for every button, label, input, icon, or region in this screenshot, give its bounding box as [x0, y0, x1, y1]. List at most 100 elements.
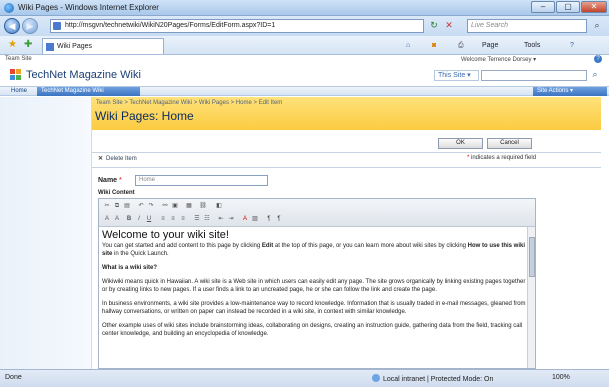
page-icon	[53, 22, 61, 30]
back-button[interactable]: ◀	[4, 18, 20, 34]
paste-icon[interactable]: ▤	[123, 202, 131, 210]
sp-help-icon[interactable]: ?	[594, 55, 602, 63]
undo-icon[interactable]: ↶	[137, 202, 145, 210]
bold-icon[interactable]: B	[125, 215, 133, 223]
edit-form: OK Cancel ✕ Delete Item * indicates a req…	[92, 130, 601, 369]
what-is-heading: What is a wiki site?	[102, 265, 158, 271]
rte-body[interactable]: Welcome to your wiki site! You can get s…	[102, 229, 527, 368]
browser-tab[interactable]: Wiki Pages	[42, 38, 164, 54]
html-icon[interactable]: ◧	[215, 202, 223, 210]
live-search-input[interactable]: Live Search	[467, 19, 587, 33]
status-bar: Done Local intranet | Protected Mode: On…	[0, 369, 609, 387]
team-site-link[interactable]: Team Site	[5, 56, 32, 62]
name-input[interactable]: Home	[135, 175, 268, 186]
p1-text-3: in the Quick Launch.	[112, 251, 169, 257]
numbered-list-icon[interactable]: ☰	[193, 215, 201, 223]
font-size-icon[interactable]: A	[113, 215, 121, 223]
rtl-icon[interactable]: ¶	[275, 215, 283, 223]
ok-button[interactable]: OK	[438, 138, 483, 149]
zone-text: Local intranet | Protected Mode: On	[383, 376, 494, 383]
window-titlebar: Wiki Pages - Windows Internet Explorer –…	[0, 0, 609, 16]
content-paragraph-2: Wikiwiki means quick in Hawaiian. A wiki…	[102, 279, 526, 293]
align-right-icon[interactable]: ≡	[179, 215, 187, 223]
italic-icon[interactable]: I	[135, 215, 143, 223]
wiki-content-label: Wiki Content	[98, 190, 135, 196]
scrollbar-thumb[interactable]	[529, 237, 535, 277]
copy-icon[interactable]: ⧉	[113, 202, 121, 210]
stop-icon[interactable]: ✕	[443, 19, 455, 33]
print-icon[interactable]: ⎙	[458, 39, 464, 52]
welcome-menu[interactable]: Welcome Terrence Dorsey ▾	[461, 56, 536, 63]
site-search-input[interactable]	[481, 70, 587, 81]
search-icon[interactable]: ⌕	[590, 19, 604, 33]
align-left-icon[interactable]: ≡	[159, 215, 167, 223]
content-paragraph-1: You can get started and add content to t…	[102, 242, 527, 258]
site-logo-icon	[10, 69, 22, 81]
content-paragraph-4: Other example uses of wiki sites include…	[102, 323, 523, 337]
name-label: Name *	[98, 177, 122, 184]
cut-icon[interactable]: ✂	[103, 202, 111, 210]
indent-icon[interactable]: ⇥	[227, 215, 235, 223]
tab-toolbar: ★ ✚ Wiki Pages ⌂ ◙ ⎙ Page Tools ?	[0, 36, 609, 55]
add-favorite-icon[interactable]: ✚	[24, 39, 32, 51]
link-icon[interactable]: ⚯	[161, 202, 169, 210]
align-center-icon[interactable]: ≡	[169, 215, 177, 223]
site-actions-menu[interactable]: Site Actions ▾	[533, 87, 607, 96]
page-header: Team Site > TechNet Magazine Wiki > Wiki…	[92, 97, 601, 130]
content-heading: Welcome to your wiki site!	[102, 229, 229, 241]
address-url: http://msgvn/technetwiki/WikiN20Pages/Fo…	[65, 22, 276, 29]
top-nav: Home TechNet Magazine Wiki Site Actions …	[0, 86, 609, 96]
maximize-button[interactable]: ▢	[556, 1, 580, 13]
highlight-icon[interactable]: ▨	[251, 215, 259, 223]
window-title: Wiki Pages - Windows Internet Explorer	[18, 3, 159, 12]
required-note-text: indicates a required field	[471, 155, 537, 161]
sp-header: TechNet Magazine Wiki This Site ▾ ⌕	[0, 65, 609, 85]
delete-icon: ✕	[98, 156, 104, 162]
divider	[92, 167, 601, 168]
tools-menu[interactable]: Tools	[524, 39, 540, 52]
p1-edit: Edit	[261, 243, 274, 249]
refresh-icon[interactable]: ↻	[428, 19, 440, 33]
nav-current-site[interactable]: TechNet Magazine Wiki	[37, 87, 140, 96]
globe-icon	[372, 374, 380, 382]
feeds-icon[interactable]: ◙	[432, 39, 436, 52]
page-title: Wiki Pages: Home	[95, 109, 194, 123]
redo-icon[interactable]: ↷	[147, 202, 155, 210]
rich-text-editor[interactable]: ✂ ⧉ ▤ ↶ ↷ ⚯ ▣ ▦ ⛓ ◧ A A B I U ≡ ≡ ≡ ☰ ☷ …	[98, 198, 536, 369]
delete-item-link[interactable]: ✕ Delete Item	[98, 155, 137, 162]
content-paragraph-3: In business environments, a wiki site pr…	[102, 301, 526, 315]
help-icon[interactable]: ?	[570, 39, 574, 52]
forward-button[interactable]: ▶	[22, 18, 38, 34]
site-search-icon[interactable]: ⌕	[589, 69, 601, 81]
nav-home[interactable]: Home	[11, 88, 27, 94]
p1-text-2: at the top of this page, or you can lear…	[273, 243, 468, 249]
minimize-button[interactable]: –	[531, 1, 555, 13]
security-zone: Local intranet | Protected Mode: On	[372, 374, 493, 383]
breadcrumb[interactable]: Team Site > TechNet Magazine Wiki > Wiki…	[96, 100, 282, 106]
image-icon[interactable]: ▣	[171, 202, 179, 210]
site-title[interactable]: TechNet Magazine Wiki	[26, 69, 141, 81]
font-icon[interactable]: A	[103, 215, 111, 223]
underline-icon[interactable]: U	[145, 215, 153, 223]
bullet-list-icon[interactable]: ☷	[203, 215, 211, 223]
page-menu[interactable]: Page	[482, 39, 498, 52]
tab-page-icon	[46, 43, 54, 51]
rte-scrollbar[interactable]	[527, 227, 535, 368]
ltr-icon[interactable]: ¶	[265, 215, 273, 223]
outdent-icon[interactable]: ⇤	[217, 215, 225, 223]
close-button[interactable]: ✕	[581, 1, 607, 13]
favorites-star-icon[interactable]: ★	[8, 39, 17, 51]
home-icon[interactable]: ⌂	[406, 39, 410, 52]
zoom-level[interactable]: 100%	[552, 374, 570, 381]
tab-label: Wiki Pages	[57, 43, 93, 50]
table-icon[interactable]: ▦	[185, 202, 193, 210]
address-toolbar: ◀ ▶ http://msgvn/technetwiki/WikiN20Page…	[0, 16, 609, 36]
required-note: * indicates a required field	[467, 155, 537, 161]
text-color-icon[interactable]: A	[241, 215, 249, 223]
wiki-link-icon[interactable]: ⛓	[199, 202, 207, 210]
cancel-button[interactable]: Cancel	[487, 138, 532, 149]
search-scope-select[interactable]: This Site ▾	[434, 70, 479, 81]
rte-toolbar: ✂ ⧉ ▤ ↶ ↷ ⚯ ▣ ▦ ⛓ ◧ A A B I U ≡ ≡ ≡ ☰ ☷ …	[99, 199, 535, 227]
sp-top-strip: Team Site Welcome Terrence Dorsey ▾ ?	[0, 55, 609, 65]
address-bar[interactable]: http://msgvn/technetwiki/WikiN20Pages/Fo…	[50, 19, 424, 33]
